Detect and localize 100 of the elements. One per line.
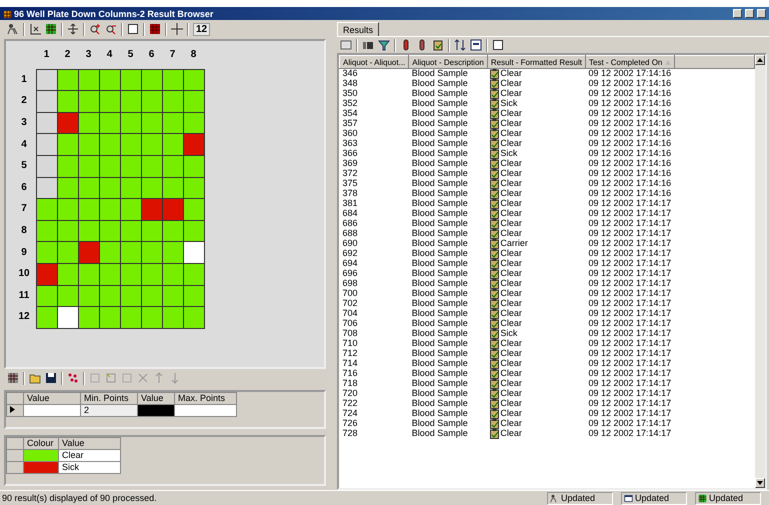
clipboard-icon[interactable]	[432, 39, 444, 51]
well[interactable]	[183, 262, 205, 286]
row-label: 1	[20, 72, 28, 87]
sort-icon[interactable]	[454, 39, 466, 51]
well[interactable]	[99, 90, 121, 113]
column-header[interactable]: Result - Formatted Result	[487, 56, 586, 68]
well[interactable]	[36, 306, 58, 329]
well[interactable]	[162, 68, 184, 92]
well[interactable]	[78, 154, 100, 178]
move-icon[interactable]	[67, 23, 79, 36]
well[interactable]	[183, 241, 205, 264]
zoom-in-icon[interactable]	[89, 23, 101, 36]
column-header[interactable]: Aliquot - Aliquot...	[340, 56, 409, 68]
well[interactable]	[99, 241, 121, 264]
square-icon[interactable]	[127, 23, 139, 36]
well[interactable]	[57, 306, 79, 329]
well[interactable]	[183, 90, 205, 113]
well[interactable]	[162, 306, 184, 329]
column-header[interactable]: Aliquot - Description	[408, 56, 488, 68]
well[interactable]	[141, 133, 163, 156]
well[interactable]	[162, 154, 184, 178]
well[interactable]	[120, 154, 142, 178]
well[interactable]	[57, 68, 79, 92]
well[interactable]	[36, 68, 58, 92]
well[interactable]	[120, 198, 142, 221]
well[interactable]	[120, 90, 142, 113]
well[interactable]	[183, 154, 205, 178]
scrollbar[interactable]	[755, 55, 765, 488]
well[interactable]	[36, 154, 58, 178]
well[interactable]	[141, 90, 163, 113]
well[interactable]	[141, 241, 163, 264]
description-cell-text: Blood Sample	[410, 299, 469, 309]
well[interactable]	[99, 198, 121, 221]
well[interactable]	[99, 154, 121, 178]
grid-icon[interactable]	[45, 23, 57, 36]
up-arrow-icon[interactable]	[757, 58, 763, 62]
well[interactable]	[36, 241, 58, 264]
well[interactable]	[78, 306, 100, 329]
well[interactable]	[120, 306, 142, 329]
well[interactable]	[141, 262, 163, 286]
well[interactable]	[120, 241, 142, 264]
column-header[interactable]: Test - Completed On	[586, 56, 674, 68]
grid-icon[interactable]	[7, 372, 19, 384]
grid-icon[interactable]	[149, 23, 161, 36]
result-cell: Sick	[500, 99, 518, 109]
well[interactable]	[162, 133, 184, 156]
well[interactable]	[57, 90, 79, 113]
well[interactable]	[183, 176, 205, 200]
zoom-out-icon[interactable]	[105, 23, 117, 36]
well[interactable]	[99, 133, 121, 156]
completed-on-cell-text: 09 12 2002 17:14:16	[588, 159, 672, 169]
filter-icon[interactable]	[378, 39, 390, 51]
table-icon[interactable]	[362, 39, 374, 51]
people-icon[interactable]	[7, 23, 19, 36]
well[interactable]	[78, 198, 100, 221]
well[interactable]	[162, 262, 184, 286]
well[interactable]	[120, 133, 142, 156]
down-arrow-icon[interactable]	[757, 481, 763, 485]
well[interactable]	[99, 262, 121, 286]
well[interactable]	[57, 198, 79, 221]
well[interactable]	[183, 306, 205, 329]
square-icon[interactable]	[492, 39, 504, 51]
form-icon[interactable]	[470, 39, 482, 51]
plate-size-value[interactable]: 12	[193, 22, 210, 36]
well[interactable]	[162, 90, 184, 113]
well[interactable]	[141, 306, 163, 329]
well[interactable]	[57, 154, 79, 178]
well[interactable]	[57, 241, 79, 264]
well[interactable]	[78, 133, 100, 156]
results-tab[interactable]: Results	[337, 22, 380, 37]
well[interactable]	[78, 90, 100, 113]
well[interactable]	[78, 262, 100, 286]
minimize-button[interactable]	[733, 9, 742, 18]
well[interactable]	[57, 262, 79, 286]
well[interactable]	[162, 241, 184, 264]
folder-icon[interactable]	[29, 372, 41, 384]
well[interactable]	[36, 198, 58, 221]
axis-icon[interactable]	[29, 23, 41, 36]
well[interactable]	[183, 68, 205, 92]
close-button[interactable]	[757, 9, 766, 18]
save-icon[interactable]	[45, 372, 57, 384]
aliquot-cell-text: 710	[342, 339, 359, 349]
crosshair-icon[interactable]	[171, 23, 183, 36]
dots-icon[interactable]	[67, 372, 79, 384]
well[interactable]	[141, 68, 163, 92]
well[interactable]	[99, 306, 121, 329]
well[interactable]	[78, 68, 100, 92]
well[interactable]	[183, 112, 205, 134]
well[interactable]	[183, 198, 205, 221]
window-icon[interactable]	[340, 39, 352, 51]
well[interactable]	[183, 220, 205, 242]
well[interactable]	[120, 68, 142, 92]
well[interactable]	[141, 154, 163, 178]
well[interactable]	[183, 284, 205, 308]
maximize-button[interactable]	[745, 9, 754, 18]
well[interactable]	[120, 262, 142, 286]
well[interactable]	[99, 68, 121, 92]
well[interactable]	[57, 133, 79, 156]
well[interactable]	[36, 133, 58, 156]
well[interactable]	[36, 90, 58, 113]
